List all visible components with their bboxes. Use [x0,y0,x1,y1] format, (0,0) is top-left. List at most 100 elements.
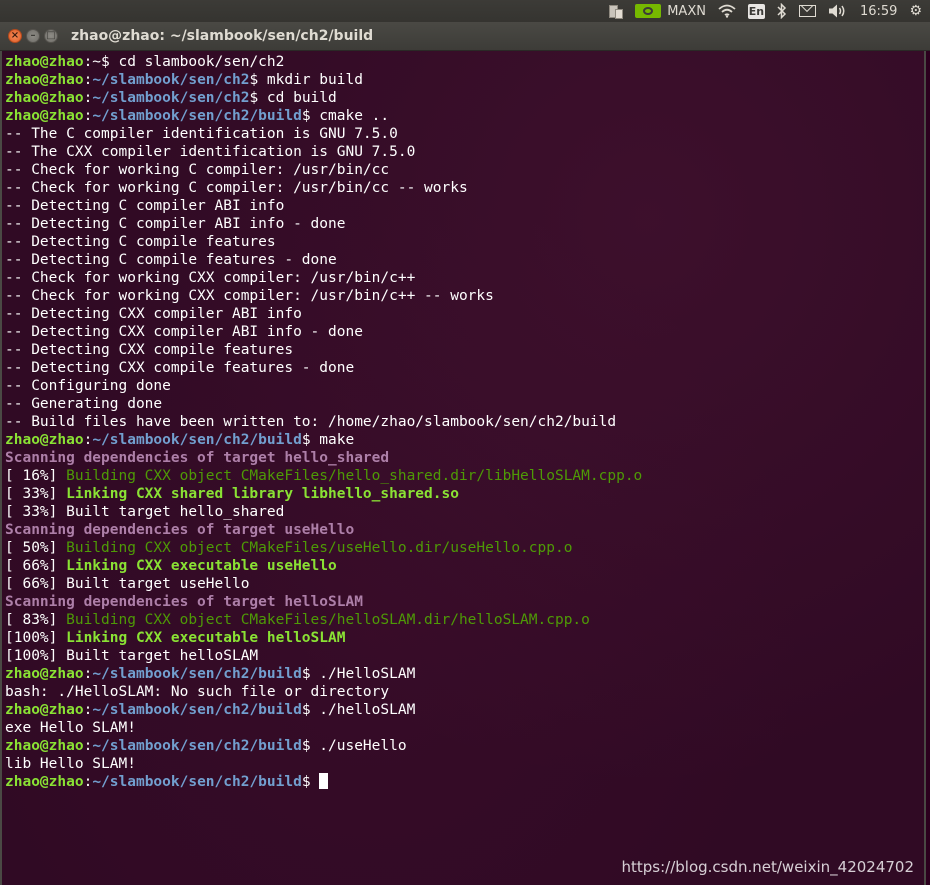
terminal-line: zhao@zhao:~/slambook/sen/ch2$ cd build [5,89,642,107]
power-mode-label: MAXN [667,3,706,19]
network-indicator[interactable] [718,0,736,22]
terminal-line: -- Check for working C compiler: /usr/bi… [5,161,642,179]
terminal-line: zhao@zhao:~/slambook/sen/ch2$ mkdir buil… [5,71,642,89]
output-text: -- Detecting C compiler ABI info [5,198,285,214]
prompt-user: zhao@zhao [5,108,84,124]
watermark: https://blog.csdn.net/weixin_42024702 [621,858,914,876]
maximize-window-button[interactable]: □ [44,29,58,43]
output-text: -- The C compiler identification is GNU … [5,126,398,142]
output-text: -- Check for working CXX compiler: /usr/… [5,288,494,304]
terminal-line: zhao@zhao:~/slambook/sen/ch2/build$ ./he… [5,701,642,719]
prompt-path: ~/slambook/sen/ch2/build [92,666,302,682]
terminal-line: zhao@zhao:~/slambook/sen/ch2/build$ [5,773,642,791]
keyboard-indicator[interactable]: En [747,0,765,22]
terminal-line: -- Generating done [5,395,642,413]
output-text: -- Detecting C compile features - done [5,252,337,268]
terminal-line: -- Build files have been written to: /ho… [5,413,642,431]
bluetooth-icon [777,3,787,19]
terminal-line: -- Check for working CXX compiler: /usr/… [5,269,642,287]
terminal-line: Scanning dependencies of target helloSLA… [5,593,642,611]
terminal-line: -- Check for working CXX compiler: /usr/… [5,287,642,305]
close-window-button[interactable]: × [8,29,22,43]
terminal-line: -- Detecting CXX compile features - done [5,359,642,377]
output-text: : [83,90,93,106]
output-text: [100%] [5,630,67,646]
session-indicator[interactable]: ⚙ [909,0,922,22]
terminal-line: -- Detecting C compile features [5,233,642,251]
output-text: $ cmake .. [301,108,390,124]
terminal-line: -- Check for working C compiler: /usr/bi… [5,179,642,197]
output-text: $ ./useHello [301,738,407,754]
clock-time: 16:59 [859,3,898,19]
sound-indicator[interactable] [828,0,848,22]
output-text: : [83,432,93,448]
minimize-window-button[interactable]: – [26,29,40,43]
terminal-line: zhao@zhao:~/slambook/sen/ch2/build$ ./us… [5,737,642,755]
output-text: -- The CXX compiler identification is GN… [5,144,416,160]
output-text: [ 83%] [5,612,67,628]
terminal-line: bash: ./HelloSLAM: No such file or direc… [5,683,642,701]
linking-text: Linking CXX shared library libhello_shar… [66,486,459,502]
prompt-user: zhao@zhao [5,666,84,682]
terminal-viewport[interactable]: zhao@zhao:~$ cd slambook/sen/ch2 zhao@zha… [0,51,926,885]
output-text: : [83,72,93,88]
terminal-line: exe Hello SLAM! [5,719,642,737]
output-text: $ ./helloSLAM [301,702,416,718]
terminal-output: zhao@zhao:~$ cd slambook/sen/ch2 zhao@zha… [5,53,642,791]
wifi-icon [718,4,736,18]
terminal-line: -- Detecting CXX compiler ABI info [5,305,642,323]
text-cursor [319,773,329,789]
messaging-indicator[interactable] [798,0,816,22]
terminal-line: zhao@zhao:~/slambook/sen/ch2/build$ make [5,431,642,449]
output-text: -- Detecting CXX compiler ABI info - don… [5,324,363,340]
nvidia-icon [635,4,662,18]
output-text: -- Detecting C compile features [5,234,276,250]
output-text: [ 33%] [5,486,67,502]
output-text: -- Check for working CXX compiler: /usr/… [5,270,416,286]
output-text: $ cd build [249,90,337,106]
prompt-user: zhao@zhao [5,90,84,106]
building-text: Building CXX object CMakeFiles/hello_sha… [66,468,643,484]
output-text: [100%] Built target helloSLAM [5,648,259,664]
terminal-line: -- Detecting C compiler ABI info - done [5,215,642,233]
terminal-line: -- Detecting CXX compile features [5,341,642,359]
prompt-user: zhao@zhao [5,72,84,88]
output-text: -- Detecting C compiler ABI info - done [5,216,346,232]
prompt-path: ~/slambook/sen/ch2/build [92,702,302,718]
scanning-text: Scanning dependencies of target useHello [5,522,355,538]
clock[interactable]: 16:59 [860,0,897,22]
output-text: -- Generating done [5,396,163,412]
terminal-line: [ 66%] Linking CXX executable useHello [5,557,642,575]
output-text: :~$ cd slambook/sen/ch2 [83,54,285,70]
output-text: exe Hello SLAM! [5,720,136,736]
terminal-line: zhao@zhao:~/slambook/sen/ch2/build$ ./He… [5,665,642,683]
power-mode-indicator[interactable]: MAXN [635,0,706,22]
app-indicator[interactable] [609,0,624,22]
window-title-bar[interactable]: × – □ zhao@zhao: ~/slambook/sen/ch2/buil… [0,22,930,51]
output-text: -- Build files have been written to: /ho… [5,414,617,430]
output-text: [ 33%] Built target hello_shared [5,504,285,520]
bluetooth-indicator[interactable] [777,0,787,22]
prompt-path: ~/slambook/sen/ch2/build [92,432,302,448]
mail-icon [798,5,816,17]
gear-icon: ⚙ [909,3,922,19]
terminal-line: [ 50%] Building CXX object CMakeFiles/us… [5,539,642,557]
terminal-line: [ 33%] Built target hello_shared [5,503,642,521]
clipboard-icon [609,3,624,19]
prompt-user: zhao@zhao [5,54,84,70]
prompt-path: ~/slambook/sen/ch2 [92,72,250,88]
output-text: : [83,738,93,754]
terminal-line: Scanning dependencies of target useHello [5,521,642,539]
terminal-line: [ 66%] Built target useHello [5,575,642,593]
output-text: [ 16%] [5,468,67,484]
output-text: -- Check for working C compiler: /usr/bi… [5,180,468,196]
terminal-line: [ 16%] Building CXX object CMakeFiles/he… [5,467,642,485]
volume-icon [828,4,845,18]
output-text: : [83,108,93,124]
output-text: : [83,774,93,790]
prompt-user: zhao@zhao [5,774,84,790]
output-text: [ 66%] Built target useHello [5,576,250,592]
output-text: $ [301,774,320,790]
keyboard-layout-badge: En [747,3,765,19]
output-text: $ mkdir build [249,72,363,88]
